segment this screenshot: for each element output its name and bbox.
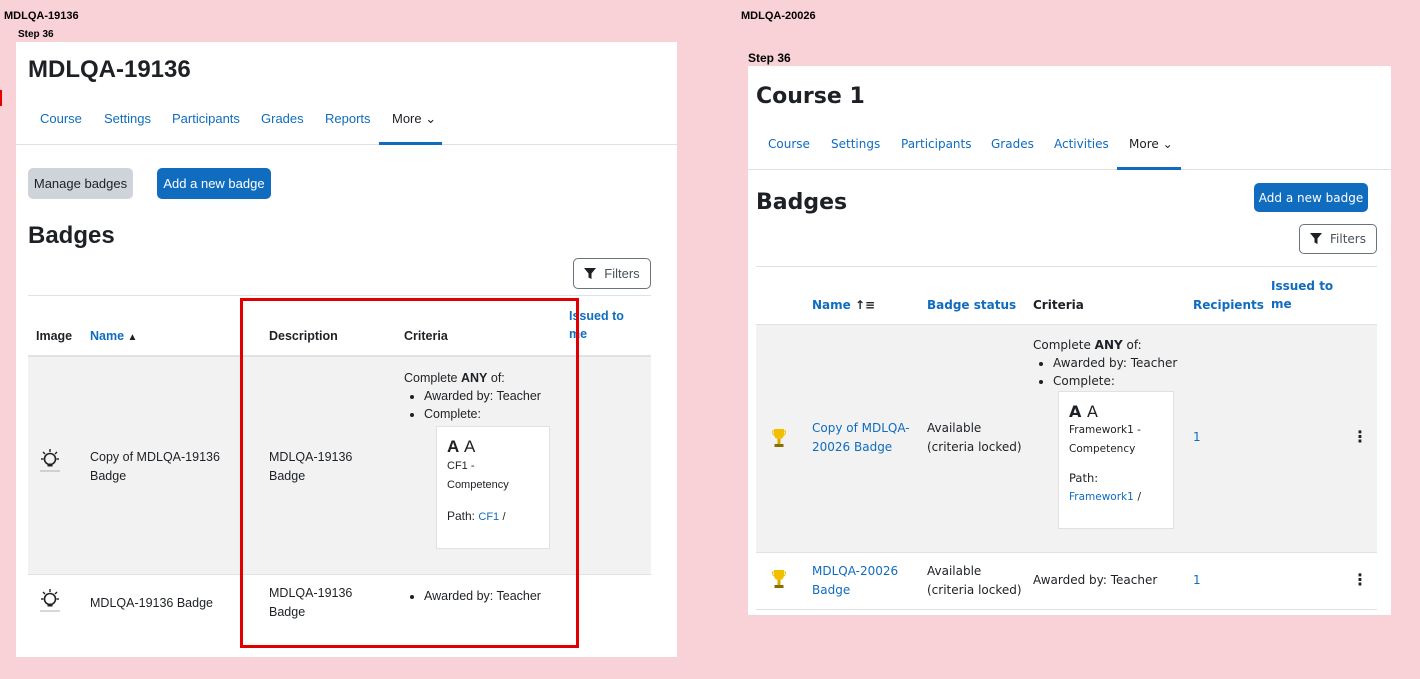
badge-image-icon xyxy=(40,589,60,612)
active-tab-indicator xyxy=(1117,167,1181,170)
tab-participants[interactable]: Participants xyxy=(172,111,240,126)
letter: A xyxy=(1086,402,1098,421)
col-issued[interactable]: Issued to me xyxy=(1271,277,1341,313)
sort-icon: ↑≡ xyxy=(854,298,876,312)
tab-activities[interactable]: Activities xyxy=(1054,137,1109,151)
badge-status: Available (criteria locked) xyxy=(927,564,1022,597)
trophy-icon xyxy=(772,570,786,588)
tab-reports[interactable]: Reports xyxy=(325,111,371,126)
recipients-count[interactable]: 1 xyxy=(1193,571,1201,590)
criteria-list: Awarded by: Teacher Complete: xyxy=(1033,354,1183,390)
letter-bold: A xyxy=(1069,402,1082,421)
col-name-label: Name xyxy=(90,329,125,343)
tab-more[interactable]: More ⌄ xyxy=(392,111,436,127)
col-recipients[interactable]: Recipients xyxy=(1193,296,1264,314)
badge-status: Available (criteria locked) xyxy=(927,421,1022,454)
badge-image-icon xyxy=(40,449,60,472)
tab-settings[interactable]: Settings xyxy=(831,137,880,151)
badges-heading: Badges xyxy=(28,222,115,249)
manage-badges-button[interactable]: Manage badges xyxy=(28,168,133,199)
page-title: MDLQA-19136 xyxy=(28,56,191,83)
filter-icon xyxy=(1310,233,1322,244)
tab-grades[interactable]: Grades xyxy=(991,137,1034,151)
sort-asc-icon: ▲ xyxy=(127,332,138,343)
course-nav: Course Settings Participants Grades Repo… xyxy=(16,102,677,145)
path-link[interactable]: Framework1 xyxy=(1069,491,1134,503)
filters-button[interactable]: Filters xyxy=(1299,224,1377,254)
path-label: Path: xyxy=(1069,471,1099,485)
criteria-any: ANY xyxy=(1094,338,1123,352)
competency-card: A A Framework1 - Competency Path: Framew… xyxy=(1058,391,1174,529)
table-top-line xyxy=(28,295,651,296)
course-nav: Course Settings Participants Grades Acti… xyxy=(748,129,1391,170)
right-panel: Course 1 Course Settings Participants Gr… xyxy=(748,66,1391,615)
filters-label: Filters xyxy=(604,266,640,281)
row-line xyxy=(756,552,1377,553)
col-criteria: Criteria xyxy=(1033,298,1084,312)
col-status[interactable]: Badge status xyxy=(927,296,1016,314)
badges-heading: Badges xyxy=(756,190,848,215)
active-tab-indicator xyxy=(379,142,442,145)
criteria-item: Complete: xyxy=(1053,372,1183,390)
criteria-item: Awarded by: Teacher xyxy=(1053,354,1183,372)
filter-icon xyxy=(584,267,597,279)
left-top-label: MDLQA-19136 xyxy=(4,10,79,22)
filters-label: Filters xyxy=(1330,232,1366,246)
trophy-icon xyxy=(772,429,786,447)
badge-criteria: Complete ANY of: Awarded by: Teacher Com… xyxy=(1033,336,1183,390)
competency-path: Path: Framework1 / xyxy=(1069,469,1163,506)
tab-course[interactable]: Course xyxy=(768,137,810,151)
competency-name: Framework1 - Competency xyxy=(1069,424,1141,455)
table-bottom-line xyxy=(756,609,1377,610)
right-top-label: MDLQA-20026 xyxy=(741,10,816,22)
tab-settings[interactable]: Settings xyxy=(104,111,151,126)
col-issued[interactable]: Issued to me xyxy=(569,307,639,343)
actions-menu-icon[interactable]: ⋮ xyxy=(1352,572,1368,588)
table-top-line xyxy=(756,266,1377,267)
badge-name: Copy of MDLQA-19136 Badge xyxy=(90,450,220,483)
left-step-label: Step 36 xyxy=(18,29,54,40)
tab-grades[interactable]: Grades xyxy=(261,111,304,126)
criteria-intro: Complete xyxy=(1033,338,1091,352)
tab-more[interactable]: More ⌄ xyxy=(1129,137,1173,151)
col-name[interactable]: Name ▲ xyxy=(90,327,137,347)
badge-name-link[interactable]: Copy of MDLQA-20026 Badge xyxy=(812,419,912,457)
tab-participants[interactable]: Participants xyxy=(901,137,972,151)
tab-course[interactable]: Course xyxy=(40,111,82,126)
badge-criteria: Awarded by: Teacher xyxy=(1033,573,1158,587)
actions-menu-icon[interactable]: ⋮ xyxy=(1352,429,1368,445)
edge-marker xyxy=(0,90,2,106)
criteria-of: of: xyxy=(1126,338,1142,352)
col-name[interactable]: Name ↑≡ xyxy=(812,296,875,314)
page-title: Course 1 xyxy=(756,84,865,109)
path-sep: / xyxy=(1137,491,1142,503)
recipients-count[interactable]: 1 xyxy=(1193,428,1201,447)
col-name-label: Name xyxy=(812,298,851,312)
col-image: Image xyxy=(36,329,73,343)
badge-name-link[interactable]: MDLQA-20026 Badge xyxy=(812,562,902,600)
badge-name: MDLQA-19136 Badge xyxy=(90,596,213,610)
right-step-label: Step 36 xyxy=(748,51,791,65)
competency-letters: A A xyxy=(1069,402,1163,421)
filters-button[interactable]: Filters xyxy=(573,258,651,289)
highlight-box xyxy=(240,298,579,648)
add-badge-button[interactable]: Add a new badge xyxy=(1254,183,1368,212)
add-badge-button[interactable]: Add a new badge xyxy=(157,168,271,199)
